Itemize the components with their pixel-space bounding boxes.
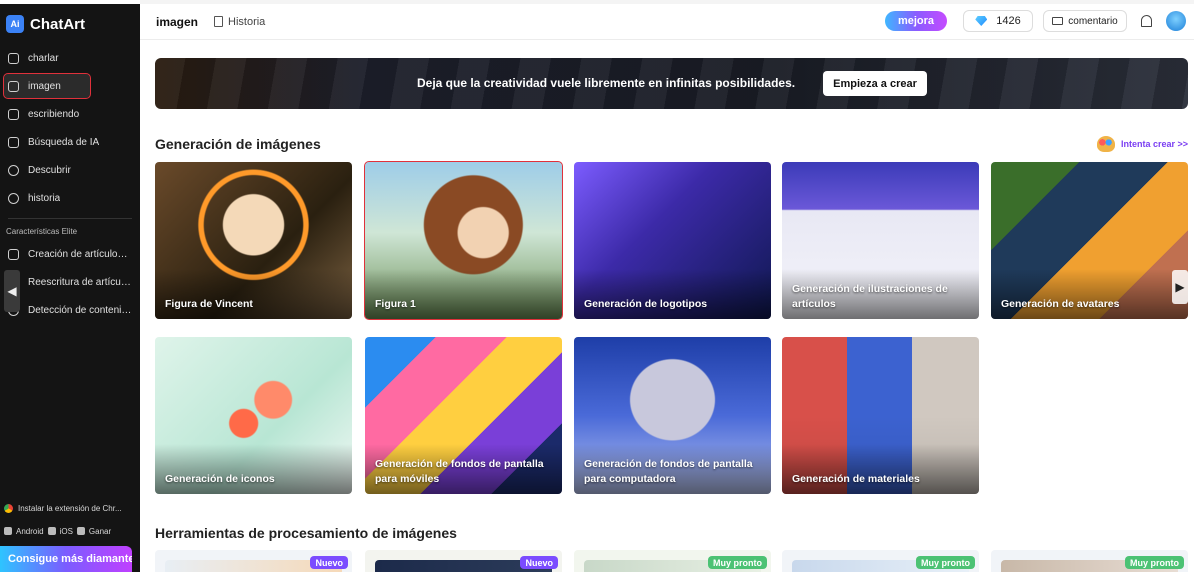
ios-link[interactable]: iOS: [60, 527, 73, 536]
card-materiales[interactable]: Generación de materiales: [782, 337, 979, 494]
card-label: Generación de fondos de pantalla para co…: [584, 457, 753, 485]
android-link[interactable]: Android: [16, 527, 44, 536]
android-icon: [4, 527, 12, 535]
page-title: imagen: [156, 14, 199, 29]
card-iconos[interactable]: Generación de iconos: [155, 337, 352, 494]
chrome-icon: [4, 503, 13, 513]
image-generation-title: Generación de imágenes: [155, 136, 321, 152]
sidebar-item-label: imagen: [28, 80, 61, 92]
new-badge: Nuevo: [520, 556, 558, 569]
card-label: Generación de fondos de pantalla para mó…: [375, 457, 544, 485]
coming-soon-badge: Muy pronto: [1125, 556, 1184, 569]
start-creating-button[interactable]: Empieza a crear: [823, 71, 927, 96]
topbar-actions: mejora 1426 comentario: [885, 10, 1186, 32]
topbar: imagen Historia mejora 1426 comentario: [140, 0, 1194, 40]
banner-text: Deja que la creatividad vuele libremente…: [417, 76, 796, 90]
sidebar-item-busqueda-ia[interactable]: Búsqueda de IA: [4, 130, 132, 154]
card-label: Generación de ilustraciones de artículos: [792, 282, 948, 310]
promo-banner: Deja que la creatividad vuele libremente…: [155, 58, 1188, 109]
tool-card[interactable]: Nuevo: [365, 550, 562, 572]
card-ilustraciones[interactable]: Generación de ilustraciones de artículos: [782, 162, 979, 319]
sidebar-item-label: Descubrir: [28, 164, 71, 176]
feedback-button[interactable]: comentario: [1043, 10, 1127, 32]
sidebar: Ai ChatArt charlar imagen escribiendo Bú…: [0, 0, 140, 572]
sidebar-item-creacion-articulos[interactable]: Creación de artículos ...: [4, 242, 132, 266]
sidebar-item-label: Detección de contenid...: [28, 304, 132, 316]
sidebar-item-label: historia: [28, 192, 61, 204]
feedback-label: comentario: [1068, 15, 1118, 27]
brand[interactable]: Ai ChatArt: [0, 4, 140, 44]
sidebar-item-escribiendo[interactable]: escribiendo: [4, 102, 132, 126]
sidebar-item-deteccion[interactable]: Detección de contenid...: [4, 298, 132, 322]
upgrade-button[interactable]: mejora: [885, 11, 947, 31]
card-figura-vincent[interactable]: Figura de Vincent: [155, 162, 352, 319]
tool-card[interactable]: Muy pronto: [782, 550, 979, 572]
card-figura-1[interactable]: Figura 1: [364, 161, 563, 320]
try-create-label: Intenta crear >>: [1120, 139, 1188, 149]
coming-soon-badge: Muy pronto: [708, 556, 767, 569]
tool-card[interactable]: Muy pronto: [574, 550, 771, 572]
article-icon: [8, 248, 19, 260]
sidebar-item-descubrir[interactable]: Descubrir: [4, 158, 132, 182]
history-label: Historia: [228, 15, 266, 28]
sidebar-item-label: Búsqueda de IA: [28, 136, 100, 148]
card-avatares[interactable]: Generación de avatares: [991, 162, 1188, 319]
card-label: Generación de materiales: [792, 472, 920, 485]
avatar[interactable]: [1166, 11, 1186, 31]
chat-icon: [8, 52, 19, 64]
sidebar-item-charlar[interactable]: charlar: [4, 46, 132, 70]
brand-name: ChatArt: [30, 15, 85, 33]
image-icon: [8, 80, 19, 92]
mail-icon: [1052, 17, 1064, 25]
history-doc-icon: [214, 16, 224, 27]
apple-icon: [47, 527, 56, 535]
card-fondos-computadora[interactable]: Generación de fondos de pantalla para co…: [574, 337, 771, 494]
windows-icon: [76, 527, 85, 535]
diamond-count: 1426: [996, 15, 1021, 27]
card-logotipos[interactable]: Generación de logotipos: [574, 162, 771, 319]
try-create-link[interactable]: Intenta crear >>: [1096, 136, 1188, 152]
history-icon: [8, 192, 19, 204]
sidebar-item-historia[interactable]: historia: [4, 186, 132, 210]
image-tools-title: Herramientas de procesamiento de imágene…: [155, 525, 457, 541]
diamond-balance[interactable]: 1426: [963, 10, 1033, 32]
elite-section-label: Características Elite: [6, 227, 78, 236]
chrome-extension-label: Instalar la extensión de Chr...: [18, 503, 122, 513]
card-label: Generación de logotipos: [584, 297, 708, 310]
platform-links: Android iOS Ganar: [0, 520, 140, 542]
sidebar-item-label: Reescritura de artículos: [28, 276, 132, 288]
bell-icon[interactable]: [1141, 15, 1152, 27]
tool-card[interactable]: Nuevo: [155, 550, 352, 572]
compass-icon: [8, 164, 19, 176]
search-ai-icon: [8, 136, 19, 148]
diamond-icon: [975, 16, 988, 26]
palette-icon: [1096, 136, 1115, 152]
coming-soon-badge: Muy pronto: [916, 556, 975, 569]
sidebar-item-label: Creación de artículos ...: [28, 248, 132, 260]
tool-card[interactable]: Muy pronto: [991, 550, 1188, 572]
card-label: Figura de Vincent: [165, 297, 253, 310]
sidebar-item-imagen[interactable]: imagen: [3, 73, 91, 99]
new-badge: Nuevo: [310, 556, 348, 569]
sidebar-item-reescritura[interactable]: Reescritura de artículos: [4, 270, 132, 294]
windows-link[interactable]: Ganar: [89, 527, 111, 536]
sidebar-item-label: escribiendo: [28, 108, 80, 120]
sidebar-item-label: charlar: [28, 52, 59, 64]
chrome-extension-link[interactable]: Instalar la extensión de Chr...: [0, 496, 140, 520]
card-label: Generación de avatares: [1001, 297, 1120, 310]
sidebar-bottom: Instalar la extensión de Chr... Android …: [0, 496, 140, 572]
carousel-next-arrow-icon[interactable]: ▶: [1172, 270, 1188, 304]
card-fondos-moviles[interactable]: Generación de fondos de pantalla para mó…: [365, 337, 562, 494]
write-icon: [8, 108, 19, 120]
card-label: Figura 1: [375, 297, 416, 310]
history-link[interactable]: Historia: [214, 16, 265, 28]
get-diamonds-button[interactable]: Consigue más diamantes: [0, 546, 132, 572]
sidebar-collapse-arrow-icon[interactable]: ◀: [4, 270, 20, 312]
sidebar-divider: [8, 218, 132, 219]
card-label: Generación de iconos: [165, 472, 275, 485]
chatart-logo-icon: Ai: [6, 15, 24, 33]
